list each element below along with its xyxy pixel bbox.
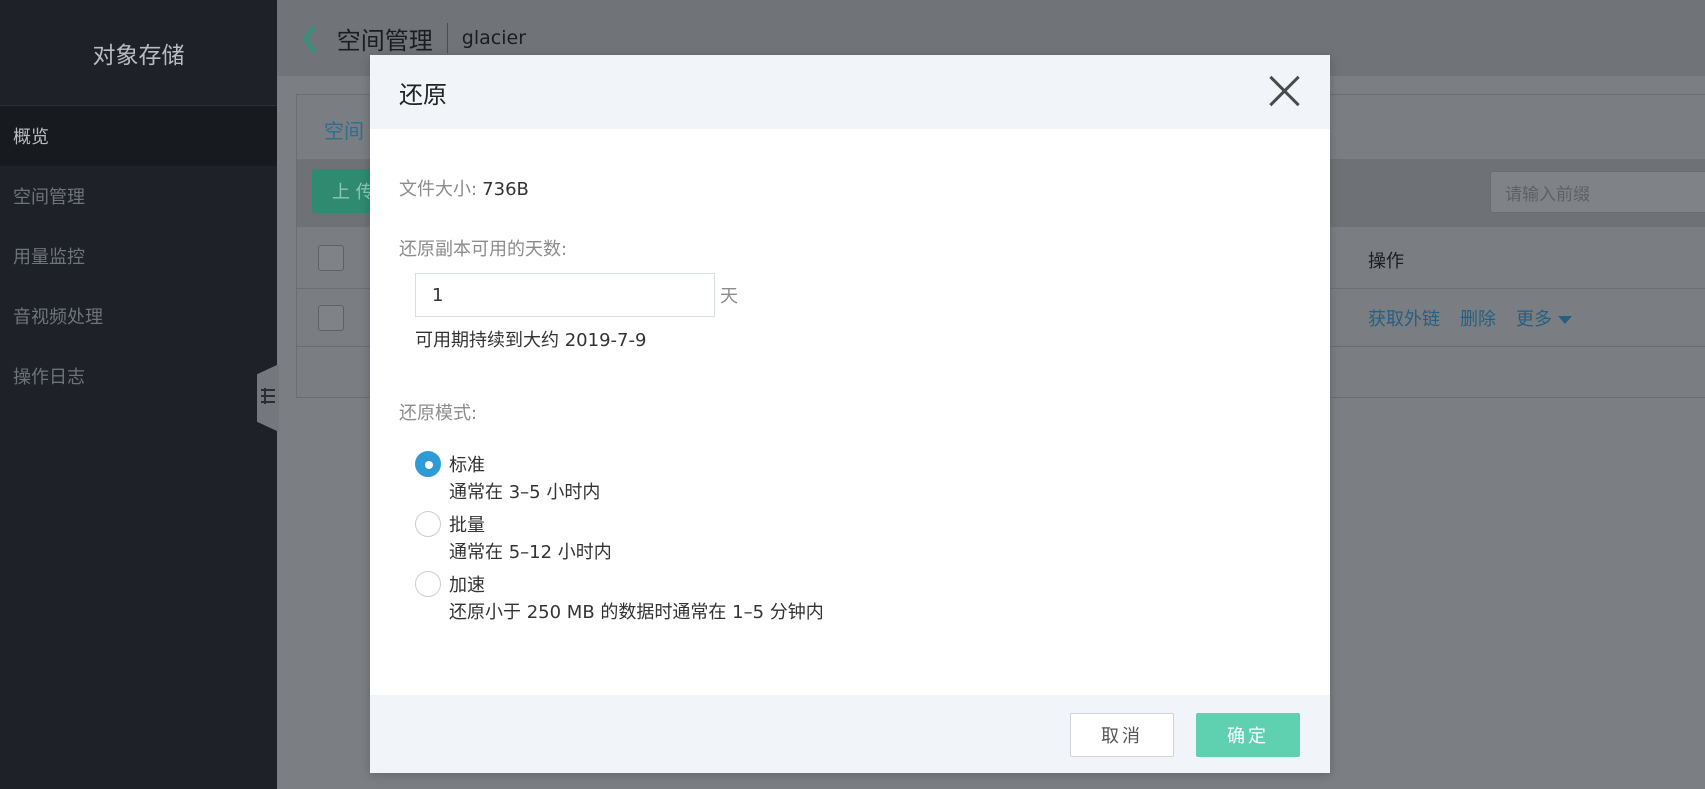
radio-bulk[interactable] bbox=[415, 511, 441, 537]
radio-standard[interactable] bbox=[415, 451, 441, 477]
more-label: 更多 bbox=[1516, 309, 1552, 330]
mode-name: 加速 bbox=[449, 575, 485, 596]
menu-icon bbox=[261, 388, 275, 408]
file-size-line: 文件大小: 736B bbox=[399, 175, 529, 201]
sidebar-collapse-handle[interactable] bbox=[257, 364, 279, 432]
row-checkbox[interactable] bbox=[318, 305, 344, 331]
days-label: 还原副本可用的天数: bbox=[399, 239, 568, 260]
prefix-search-input[interactable]: 请输入前缀 bbox=[1490, 171, 1705, 213]
dialog-body: 文件大小: 736B 还原副本可用的天数: 1 天 可用期持续到大约 2019-… bbox=[370, 129, 1330, 695]
dialog-title: 还原 bbox=[399, 81, 447, 109]
mode-desc: 通常在 3–5 小时内 bbox=[449, 482, 601, 503]
bucket-name: glacier bbox=[461, 27, 527, 49]
days-unit: 天 bbox=[720, 286, 738, 307]
close-icon[interactable] bbox=[1264, 71, 1304, 111]
caret-down-icon bbox=[1558, 316, 1572, 324]
file-size-label: 文件大小: bbox=[399, 179, 478, 200]
delete-button[interactable]: 删除 bbox=[1460, 305, 1496, 331]
page-title: 空间管理 bbox=[336, 26, 433, 55]
column-header-ops: 操作 bbox=[1368, 251, 1404, 272]
cancel-button[interactable]: 取消 bbox=[1070, 713, 1174, 757]
restore-mode-label: 还原模式: bbox=[399, 403, 478, 424]
app-brand: 对象存储 bbox=[0, 0, 277, 106]
tab-files[interactable]: 空间 bbox=[324, 115, 364, 144]
confirm-button[interactable]: 确定 bbox=[1196, 713, 1300, 757]
sidebar: 对象存储 概览 空间管理 用量监控 音视频处理 操作日志 bbox=[0, 0, 277, 789]
get-link-button[interactable]: 获取外链 bbox=[1368, 305, 1440, 331]
file-size-value: 736B bbox=[482, 179, 529, 200]
mode-name: 标准 bbox=[449, 455, 485, 476]
row-actions: 获取外链 删除 更多 bbox=[1368, 305, 1572, 331]
sidebar-item-media[interactable]: 音视频处理 bbox=[0, 286, 277, 346]
dialog-header: 还原 bbox=[370, 55, 1330, 129]
sidebar-item-overview[interactable]: 概览 bbox=[0, 106, 277, 166]
mode-desc: 还原小于 250 MB 的数据时通常在 1–5 分钟内 bbox=[449, 602, 824, 623]
sidebar-item-logs[interactable]: 操作日志 bbox=[0, 346, 277, 406]
chevron-left-icon[interactable]: ❮ bbox=[299, 23, 321, 53]
radio-expedited[interactable] bbox=[415, 571, 441, 597]
mode-desc: 通常在 5–12 小时内 bbox=[449, 542, 612, 563]
availability-text: 可用期持续到大约 2019-7-9 bbox=[415, 330, 647, 351]
mode-name: 批量 bbox=[449, 515, 485, 536]
title-divider bbox=[446, 23, 448, 53]
restore-dialog: 还原 文件大小: 736B 还原副本可用的天数: 1 天 可用期持续到大约 20… bbox=[370, 55, 1330, 773]
sidebar-item-buckets[interactable]: 空间管理 bbox=[0, 166, 277, 226]
sidebar-item-usage[interactable]: 用量监控 bbox=[0, 226, 277, 286]
more-button[interactable]: 更多 bbox=[1516, 305, 1572, 331]
days-input[interactable]: 1 bbox=[415, 273, 715, 317]
dialog-footer: 取消 确定 bbox=[370, 695, 1330, 773]
select-all-checkbox[interactable] bbox=[318, 245, 344, 271]
